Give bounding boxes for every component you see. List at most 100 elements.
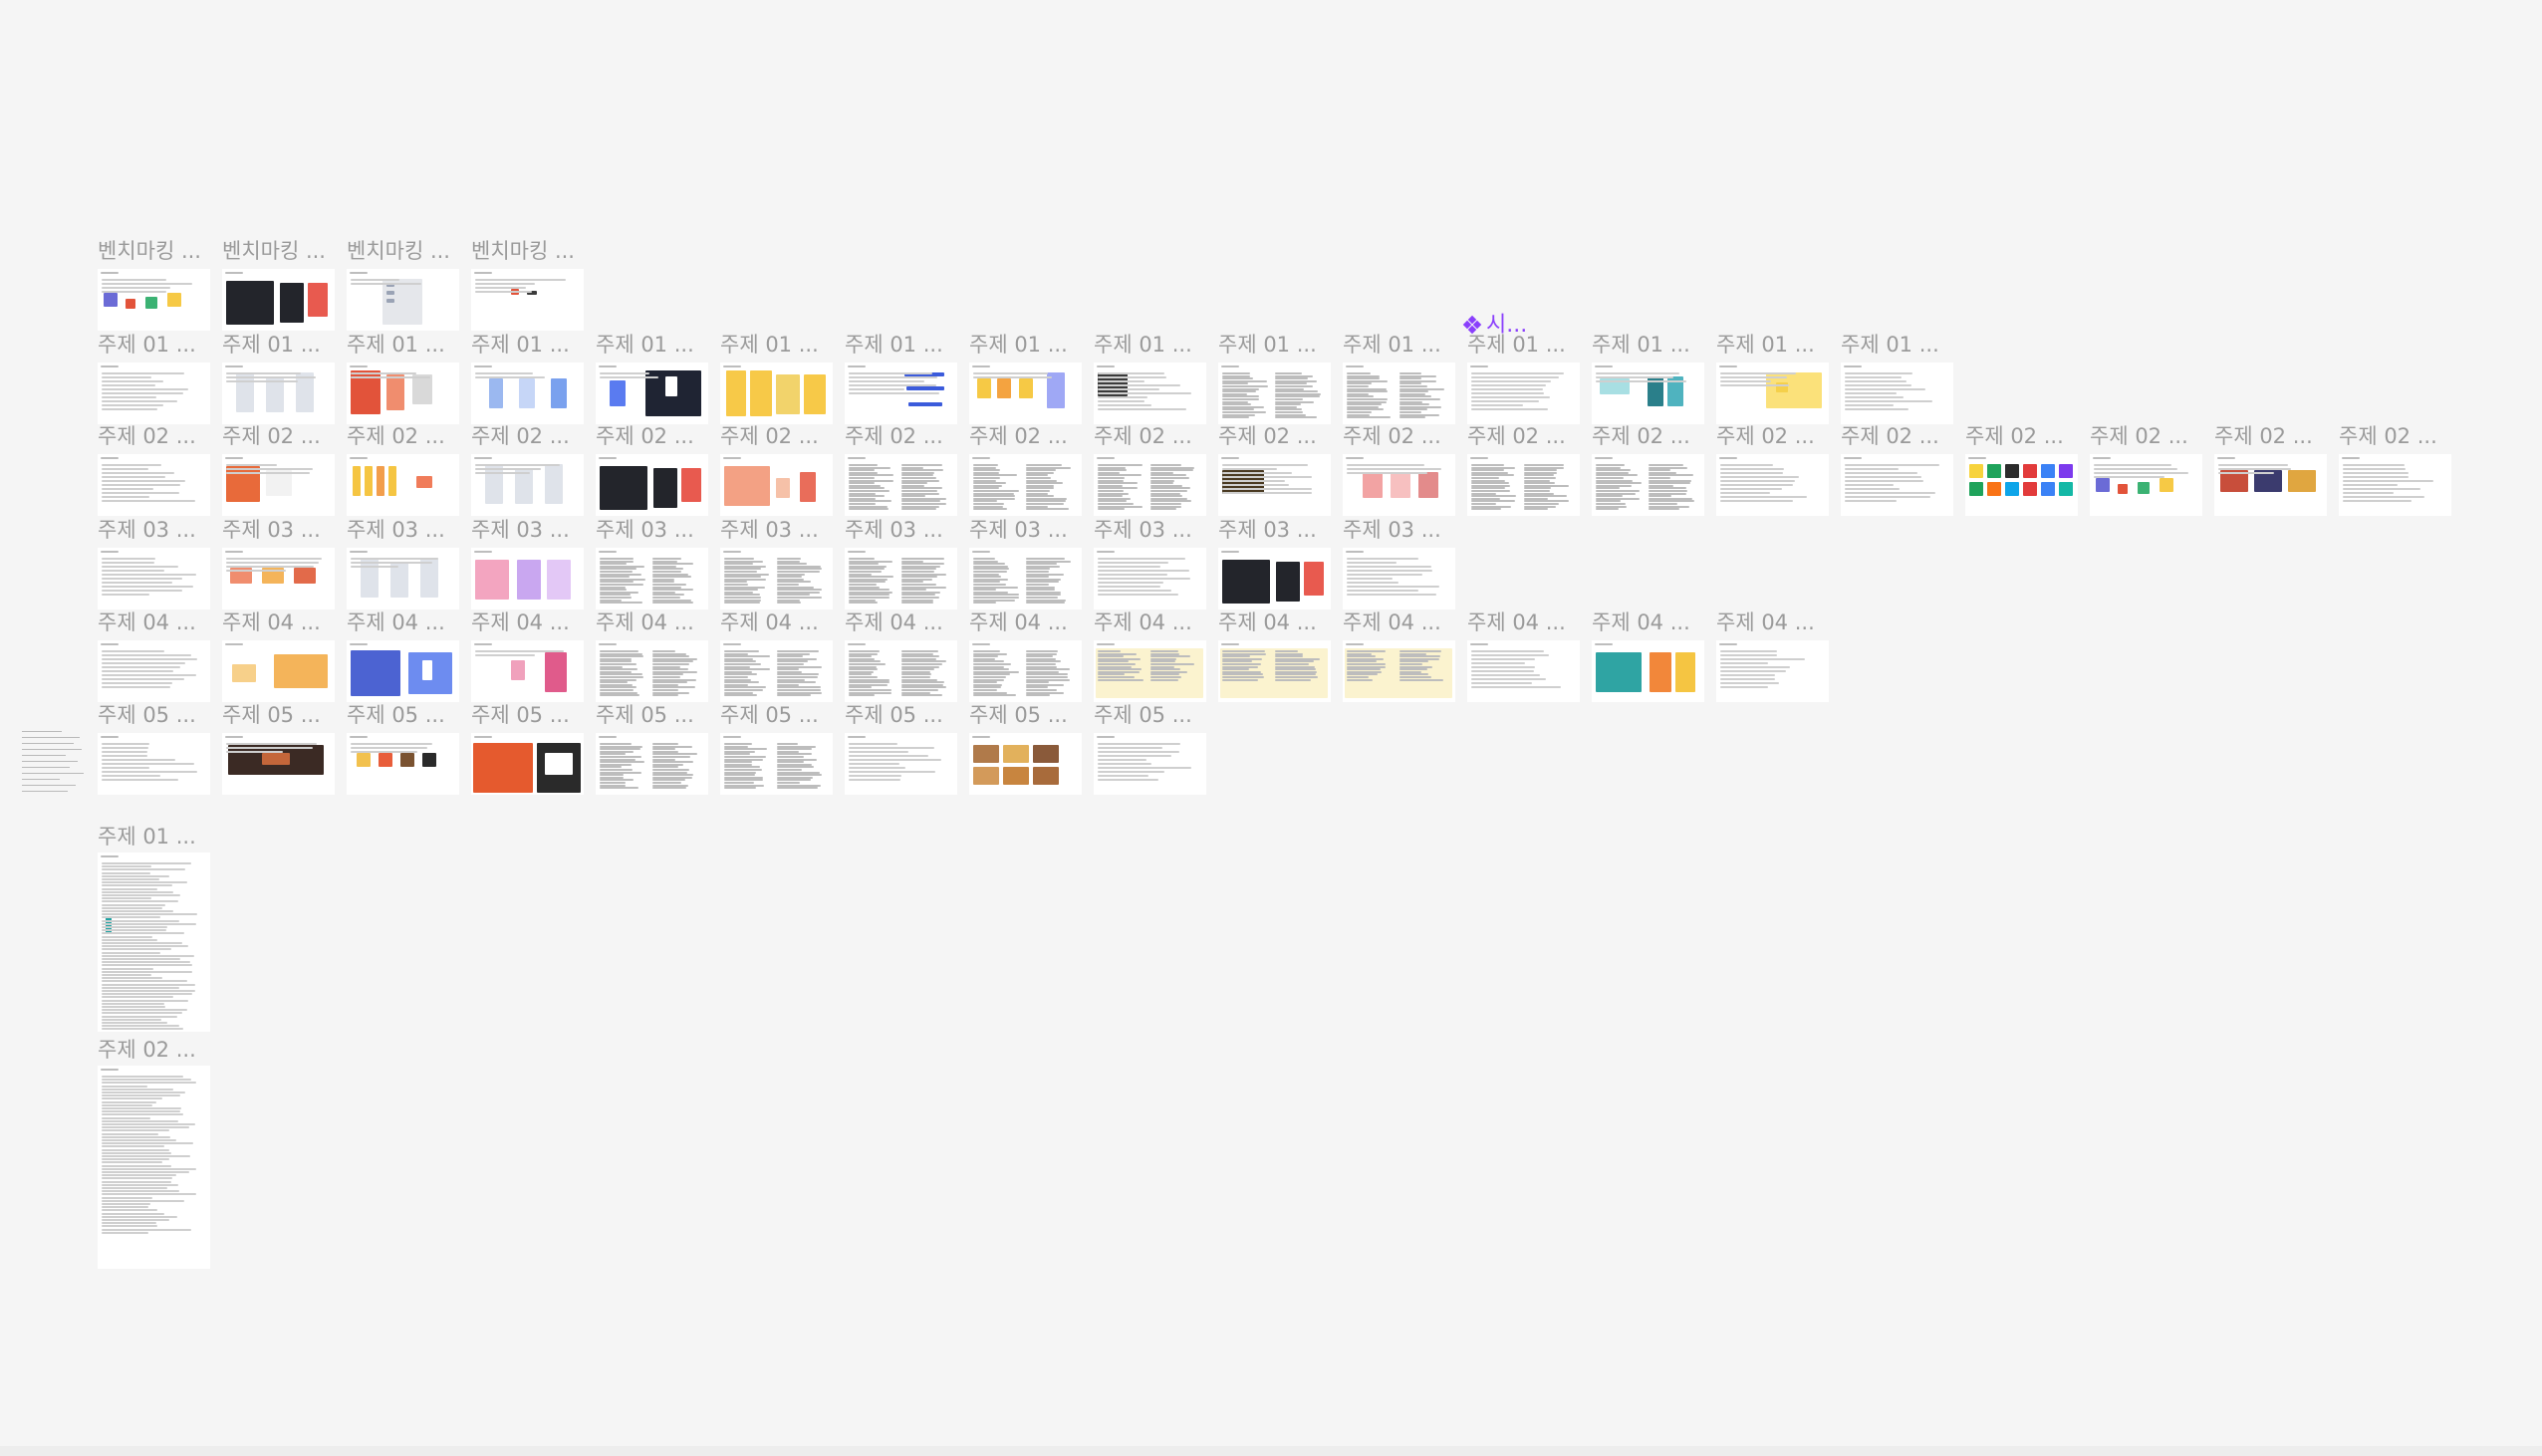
frame-thumbnail[interactable] bbox=[347, 454, 459, 516]
frame-thumbnail[interactable] bbox=[1094, 454, 1206, 516]
frame-thumbnail[interactable] bbox=[969, 640, 1082, 702]
frame-label[interactable]: 주제 02 ... bbox=[98, 1036, 215, 1064]
frame-label[interactable]: 주제 03 ... bbox=[720, 516, 838, 544]
frame-thumbnail[interactable] bbox=[471, 640, 584, 702]
frame-label[interactable]: 주제 03 ... bbox=[1094, 516, 1211, 544]
frame-label[interactable]: 주제 01 ... bbox=[845, 331, 962, 359]
frame-thumbnail[interactable] bbox=[347, 269, 459, 331]
frame-label[interactable]: 벤치마킹 ... bbox=[347, 237, 464, 265]
frame-thumbnail[interactable] bbox=[222, 363, 335, 424]
frame-thumbnail[interactable] bbox=[347, 363, 459, 424]
frame-label[interactable]: 주제 02 ... bbox=[1094, 422, 1211, 450]
frame-thumbnail[interactable] bbox=[720, 640, 833, 702]
frame-label[interactable]: 주제 02 ... bbox=[1218, 422, 1336, 450]
frame-thumbnail[interactable] bbox=[98, 640, 210, 702]
frame-label[interactable]: 주제 04 ... bbox=[1343, 608, 1460, 636]
frame-thumbnail[interactable] bbox=[1218, 454, 1331, 516]
frame-label[interactable]: 주제 05 ... bbox=[969, 701, 1087, 729]
frame-label[interactable]: 주제 01 ... bbox=[1716, 331, 1834, 359]
frame-thumbnail[interactable] bbox=[845, 733, 957, 795]
frame-label[interactable]: 주제 01 ... bbox=[1841, 331, 1958, 359]
frame-thumbnail[interactable] bbox=[1841, 363, 1953, 424]
frame-label[interactable]: 주제 04 ... bbox=[1716, 608, 1834, 636]
frame-label[interactable]: 주제 05 ... bbox=[98, 701, 215, 729]
frame-label[interactable]: 주제 01 ... bbox=[471, 331, 589, 359]
frame-thumbnail[interactable] bbox=[1343, 454, 1455, 516]
frame-label[interactable]: 주제 01 ... bbox=[1094, 331, 1211, 359]
frame-thumbnail[interactable] bbox=[1716, 363, 1829, 424]
frame-thumbnail[interactable] bbox=[2090, 454, 2202, 516]
frame-label[interactable]: 주제 04 ... bbox=[1218, 608, 1336, 636]
frame-thumbnail[interactable] bbox=[1592, 454, 1704, 516]
frame-thumbnail[interactable] bbox=[222, 548, 335, 609]
design-canvas[interactable]: 벤치마킹 ... 벤치마킹 ... 벤치마킹 ... 벤치마킹 ... 주제 01 ..… bbox=[0, 0, 2542, 1456]
frame-thumbnail[interactable] bbox=[720, 363, 833, 424]
frame-thumbnail[interactable] bbox=[969, 454, 1082, 516]
frame-thumbnail[interactable] bbox=[1592, 363, 1704, 424]
frame-thumbnail[interactable] bbox=[1467, 640, 1580, 702]
frame-label[interactable]: 주제 05 ... bbox=[1094, 701, 1211, 729]
frame-label[interactable]: 주제 03 ... bbox=[347, 516, 464, 544]
frame-label[interactable]: 주제 02 ... bbox=[1592, 422, 1709, 450]
frame-label[interactable]: 주제 02 ... bbox=[845, 422, 962, 450]
frame-thumbnail[interactable] bbox=[1841, 454, 1953, 516]
frame-label[interactable]: 주제 01 ... bbox=[1218, 331, 1336, 359]
frame-label[interactable]: 주제 02 ... bbox=[1716, 422, 1834, 450]
frame-thumbnail[interactable] bbox=[1467, 363, 1580, 424]
frame-label[interactable]: 주제 01 ... bbox=[596, 331, 713, 359]
frame-thumbnail[interactable] bbox=[1592, 640, 1704, 702]
tall-frame-thumbnail[interactable] bbox=[98, 1066, 210, 1269]
frame-label[interactable]: 주제 03 ... bbox=[1218, 516, 1336, 544]
frame-thumbnail[interactable] bbox=[720, 548, 833, 609]
frame-label[interactable]: 주제 04 ... bbox=[1592, 608, 1709, 636]
frame-thumbnail[interactable] bbox=[969, 363, 1082, 424]
frame-label[interactable]: 벤치마킹 ... bbox=[471, 237, 589, 265]
frame-label[interactable]: 주제 05 ... bbox=[222, 701, 340, 729]
frame-thumbnail[interactable] bbox=[222, 640, 335, 702]
frame-label[interactable]: 주제 02 ... bbox=[969, 422, 1087, 450]
frame-thumbnail[interactable] bbox=[471, 363, 584, 424]
frame-thumbnail[interactable] bbox=[969, 733, 1082, 795]
frame-thumbnail[interactable] bbox=[1218, 548, 1331, 609]
frame-label[interactable]: 주제 01 ... bbox=[222, 331, 340, 359]
frame-label[interactable]: 주제 02 ... bbox=[2339, 422, 2456, 450]
frame-thumbnail[interactable] bbox=[98, 269, 210, 331]
loose-text-note[interactable] bbox=[22, 729, 86, 799]
frame-label[interactable]: 주제 03 ... bbox=[471, 516, 589, 544]
tall-frame-thumbnail[interactable] bbox=[98, 852, 210, 1032]
frame-thumbnail[interactable] bbox=[471, 733, 584, 795]
frame-label[interactable]: 주제 05 ... bbox=[347, 701, 464, 729]
frame-thumbnail[interactable] bbox=[596, 363, 708, 424]
frame-thumbnail[interactable] bbox=[347, 640, 459, 702]
frame-thumbnail[interactable] bbox=[2214, 454, 2327, 516]
frame-thumbnail[interactable] bbox=[969, 548, 1082, 609]
frame-thumbnail[interactable] bbox=[1094, 363, 1206, 424]
frame-label[interactable]: 주제 02 ... bbox=[1965, 422, 2083, 450]
frame-thumbnail[interactable] bbox=[347, 733, 459, 795]
frame-label[interactable]: 주제 03 ... bbox=[596, 516, 713, 544]
frame-label[interactable]: 주제 01 ... bbox=[98, 331, 215, 359]
frame-thumbnail[interactable] bbox=[596, 548, 708, 609]
frame-thumbnail[interactable] bbox=[720, 454, 833, 516]
frame-thumbnail[interactable] bbox=[596, 733, 708, 795]
frame-label[interactable]: 주제 02 ... bbox=[98, 422, 215, 450]
frame-label[interactable]: 주제 05 ... bbox=[596, 701, 713, 729]
frame-thumbnail[interactable] bbox=[845, 363, 957, 424]
frame-label[interactable]: 주제 04 ... bbox=[969, 608, 1087, 636]
frame-label[interactable]: 벤치마킹 ... bbox=[222, 237, 340, 265]
frame-thumbnail[interactable] bbox=[1965, 454, 2078, 516]
frame-label[interactable]: 주제 04 ... bbox=[222, 608, 340, 636]
frame-label[interactable]: 주제 01 ... bbox=[1592, 331, 1709, 359]
frame-label[interactable]: 주제 02 ... bbox=[2214, 422, 2332, 450]
frame-label[interactable]: 주제 04 ... bbox=[98, 608, 215, 636]
frame-thumbnail[interactable] bbox=[1716, 454, 1829, 516]
frame-thumbnail[interactable] bbox=[471, 269, 584, 331]
frame-thumbnail[interactable] bbox=[98, 454, 210, 516]
frame-thumbnail[interactable] bbox=[98, 733, 210, 795]
frame-label[interactable]: 주제 03 ... bbox=[969, 516, 1087, 544]
frame-label[interactable]: 주제 05 ... bbox=[845, 701, 962, 729]
frame-thumbnail[interactable] bbox=[1716, 640, 1829, 702]
frame-label[interactable]: 주제 04 ... bbox=[720, 608, 838, 636]
frame-thumbnail[interactable] bbox=[845, 640, 957, 702]
component-label[interactable]: 시... bbox=[1462, 311, 1527, 341]
